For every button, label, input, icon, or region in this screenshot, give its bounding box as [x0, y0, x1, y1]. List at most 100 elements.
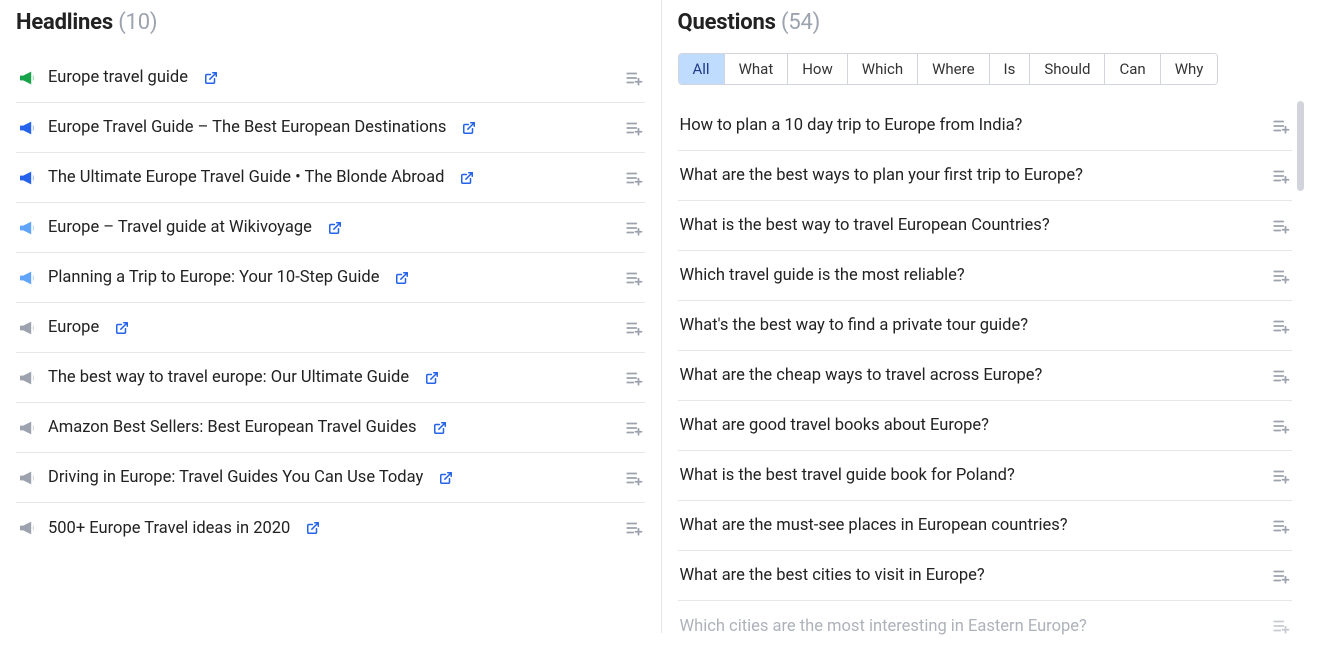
external-link-icon[interactable]: [462, 121, 476, 135]
megaphone-icon: [18, 69, 38, 87]
add-to-list-icon[interactable]: [1272, 168, 1290, 184]
questions-title-label: Questions: [678, 10, 776, 35]
megaphone-icon: [18, 169, 38, 187]
add-to-list-icon[interactable]: [1272, 118, 1290, 134]
headlines-title: Headlines (10): [16, 10, 645, 35]
add-to-list-icon[interactable]: [1272, 518, 1290, 534]
question-text[interactable]: How to plan a 10 day trip to Europe from…: [680, 116, 1263, 135]
headline-row: The Ultimate Europe Travel Guide • The B…: [16, 153, 645, 203]
external-link-icon[interactable]: [460, 171, 474, 185]
add-to-list-icon[interactable]: [625, 320, 643, 336]
external-link-icon[interactable]: [328, 221, 342, 235]
add-to-list-icon[interactable]: [1272, 418, 1290, 434]
question-text[interactable]: What is the best travel guide book for P…: [680, 466, 1263, 485]
add-to-list-icon[interactable]: [625, 520, 643, 536]
question-row: Which cities are the most interesting in…: [678, 601, 1293, 649]
questions-title: Questions (54): [678, 10, 1307, 35]
questions-panel: Questions (54) AllWhatHowWhichWhereIsSho…: [662, 0, 1322, 633]
add-to-list-icon[interactable]: [1272, 268, 1290, 284]
questions-list: How to plan a 10 day trip to Europe from…: [678, 101, 1293, 649]
filter-tab-which[interactable]: Which: [848, 54, 918, 84]
question-row: What are the best ways to plan your firs…: [678, 151, 1293, 201]
headline-text[interactable]: Europe – Travel guide at Wikivoyage: [48, 218, 312, 237]
add-to-list-icon[interactable]: [625, 420, 643, 436]
question-text[interactable]: What's the best way to find a private to…: [680, 316, 1263, 335]
headlines-panel: Headlines (10) Europe travel guideEurope…: [0, 0, 662, 633]
add-to-list-icon[interactable]: [625, 220, 643, 236]
headline-row: Amazon Best Sellers: Best European Trave…: [16, 403, 645, 453]
question-row: How to plan a 10 day trip to Europe from…: [678, 101, 1293, 151]
questions-filter-tabs: AllWhatHowWhichWhereIsShouldCanWhy: [678, 53, 1219, 85]
headline-text[interactable]: Europe travel guide: [48, 68, 188, 87]
question-text[interactable]: What are the best ways to plan your firs…: [680, 166, 1263, 185]
scrollbar-thumb[interactable]: [1297, 101, 1304, 191]
filter-tab-should[interactable]: Should: [1030, 54, 1105, 84]
add-to-list-icon[interactable]: [1272, 368, 1290, 384]
headline-row: Europe travel guide: [16, 53, 645, 103]
add-to-list-icon[interactable]: [1272, 318, 1290, 334]
megaphone-icon: [18, 319, 38, 337]
question-row: What is the best travel guide book for P…: [678, 451, 1293, 501]
filter-tab-can[interactable]: Can: [1105, 54, 1160, 84]
megaphone-icon: [18, 419, 38, 437]
external-link-icon[interactable]: [425, 371, 439, 385]
questions-count: (54): [781, 10, 820, 35]
add-to-list-icon[interactable]: [625, 370, 643, 386]
headline-row: Europe Travel Guide – The Best European …: [16, 103, 645, 153]
external-link-icon[interactable]: [306, 521, 320, 535]
filter-tab-why[interactable]: Why: [1161, 54, 1218, 84]
question-row: Which travel guide is the most reliable?: [678, 251, 1293, 301]
add-to-list-icon[interactable]: [1272, 218, 1290, 234]
headline-text[interactable]: Europe Travel Guide – The Best European …: [48, 118, 446, 137]
filter-tab-how[interactable]: How: [788, 54, 848, 84]
megaphone-icon: [18, 119, 38, 137]
filter-tab-what[interactable]: What: [725, 54, 789, 84]
add-to-list-icon[interactable]: [625, 270, 643, 286]
megaphone-icon: [18, 369, 38, 387]
headline-text[interactable]: The best way to travel europe: Our Ultim…: [48, 368, 409, 387]
headline-text[interactable]: Planning a Trip to Europe: Your 10-Step …: [48, 268, 379, 287]
add-to-list-icon[interactable]: [1272, 618, 1290, 634]
headline-text[interactable]: Europe: [48, 318, 99, 337]
external-link-icon[interactable]: [439, 471, 453, 485]
add-to-list-icon[interactable]: [1272, 468, 1290, 484]
add-to-list-icon[interactable]: [625, 120, 643, 136]
headline-text[interactable]: The Ultimate Europe Travel Guide • The B…: [48, 168, 444, 187]
questions-scroll-region: How to plan a 10 day trip to Europe from…: [678, 101, 1307, 649]
headline-text[interactable]: Driving in Europe: Travel Guides You Can…: [48, 468, 423, 487]
question-text[interactable]: What are the cheap ways to travel across…: [680, 366, 1263, 385]
question-row: What are good travel books about Europe?: [678, 401, 1293, 451]
add-to-list-icon[interactable]: [625, 470, 643, 486]
headline-text[interactable]: Amazon Best Sellers: Best European Trave…: [48, 418, 417, 437]
external-link-icon[interactable]: [204, 71, 218, 85]
question-text[interactable]: What is the best way to travel European …: [680, 216, 1263, 235]
filter-tab-all[interactable]: All: [679, 54, 725, 84]
headline-row: Planning a Trip to Europe: Your 10-Step …: [16, 253, 645, 303]
external-link-icon[interactable]: [433, 421, 447, 435]
filter-tab-where[interactable]: Where: [918, 54, 989, 84]
question-text[interactable]: What are the best cities to visit in Eur…: [680, 566, 1263, 585]
external-link-icon[interactable]: [115, 321, 129, 335]
question-text[interactable]: What are good travel books about Europe?: [680, 416, 1263, 435]
headline-row: 500+ Europe Travel ideas in 2020: [16, 503, 645, 553]
headline-row: The best way to travel europe: Our Ultim…: [16, 353, 645, 403]
megaphone-icon: [18, 519, 38, 537]
headlines-count: (10): [118, 10, 157, 35]
headlines-title-label: Headlines: [16, 10, 113, 35]
megaphone-icon: [18, 269, 38, 287]
question-row: What's the best way to find a private to…: [678, 301, 1293, 351]
filter-tab-is[interactable]: Is: [990, 54, 1031, 84]
question-text[interactable]: Which travel guide is the most reliable?: [680, 266, 1263, 285]
add-to-list-icon[interactable]: [625, 170, 643, 186]
add-to-list-icon[interactable]: [625, 70, 643, 86]
headline-row: Driving in Europe: Travel Guides You Can…: [16, 453, 645, 503]
headline-text[interactable]: 500+ Europe Travel ideas in 2020: [48, 519, 290, 538]
headline-row: Europe: [16, 303, 645, 353]
headline-row: Europe – Travel guide at Wikivoyage: [16, 203, 645, 253]
external-link-icon[interactable]: [395, 271, 409, 285]
question-row: What are the best cities to visit in Eur…: [678, 551, 1293, 601]
add-to-list-icon[interactable]: [1272, 568, 1290, 584]
question-text[interactable]: What are the must-see places in European…: [680, 516, 1263, 535]
question-row: What are the cheap ways to travel across…: [678, 351, 1293, 401]
headlines-list: Europe travel guide Europe Travel Guide –…: [16, 53, 645, 553]
